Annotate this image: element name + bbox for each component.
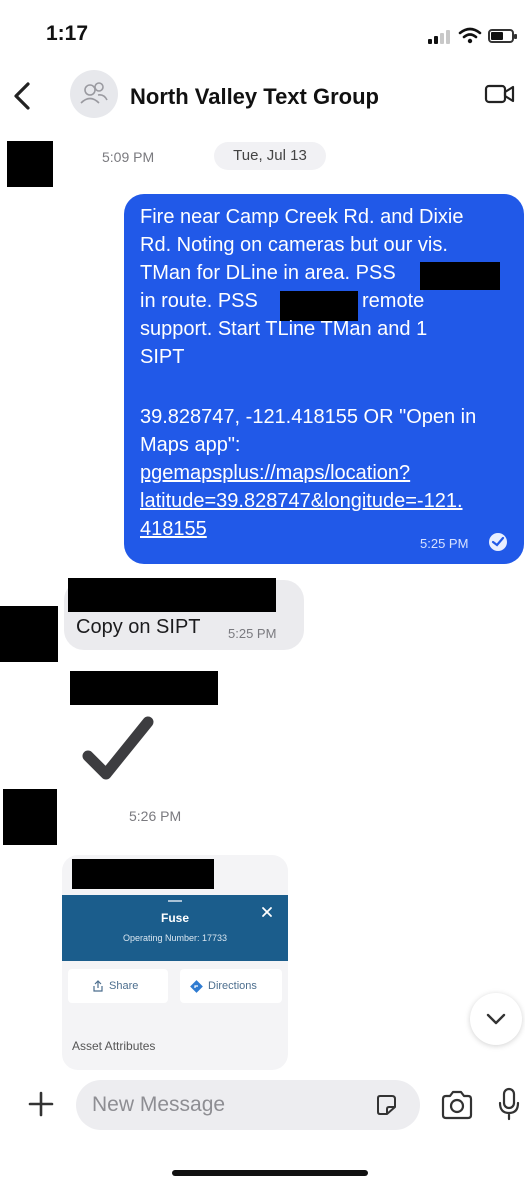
share-button[interactable]: Share: [68, 969, 168, 1003]
message-text: Copy on SIPT: [76, 616, 201, 638]
wifi-icon: [458, 27, 482, 44]
message-timestamp: 5:25 PM: [420, 536, 469, 551]
sticker-icon[interactable]: [374, 1093, 398, 1117]
message-line: support. Start TLine TMan and 1: [140, 318, 428, 340]
message-line: TMan for DLine in area. PSS: [140, 262, 396, 284]
chevron-down-icon: [486, 1013, 506, 1025]
back-chevron-icon[interactable]: [8, 78, 38, 114]
share-label: Share: [109, 980, 139, 992]
message-composer[interactable]: [76, 1080, 420, 1130]
conversation-title[interactable]: North Valley Text Group: [130, 84, 379, 110]
battery-icon: [488, 29, 517, 43]
redacted-sender-name: [68, 578, 276, 612]
operating-number: Operating Number: 17733: [122, 933, 228, 943]
message-line: 39.828747, -121.418155 OR "Open in: [140, 406, 477, 428]
share-icon: [93, 980, 103, 992]
outgoing-message-bubble[interactable]: Fire near Camp Creek Rd. and Dixie Rd. N…: [124, 194, 524, 564]
date-separator: Tue, Jul 13: [214, 142, 326, 170]
microphone-icon[interactable]: [497, 1087, 521, 1121]
message-timestamp: 5:25 PM: [228, 626, 277, 641]
redacted-avatar: [0, 606, 58, 662]
map-link[interactable]: pgemapsplus://maps/location?: [140, 462, 410, 485]
map-link[interactable]: 418155: [140, 518, 207, 541]
message-line: remote: [362, 290, 425, 312]
message-timestamp: 5:09 PM: [102, 149, 155, 165]
directions-icon: [190, 979, 203, 993]
map-link[interactable]: latitude=39.828747&longitude=-121.: [140, 490, 463, 513]
message-timestamp: 5:26 PM: [129, 808, 182, 824]
group-avatar[interactable]: [70, 70, 118, 118]
redacted-text: [420, 262, 500, 290]
redacted-text: [280, 291, 358, 321]
home-indicator[interactable]: [172, 1170, 368, 1176]
group-people-icon: [80, 82, 108, 104]
cellular-signal-icon: [428, 30, 450, 44]
read-receipt-icon: [489, 533, 507, 551]
asset-banner: Fuse Operating Number: 17733: [62, 895, 288, 961]
directions-button[interactable]: Directions: [180, 969, 282, 1003]
message-line: Maps app":: [140, 434, 241, 456]
asset-attributes-label: Asset Attributes: [72, 1039, 156, 1053]
video-call-icon[interactable]: [484, 82, 516, 106]
incoming-message-bubble[interactable]: Copy on SIPT 5:25 PM: [64, 578, 304, 650]
scroll-to-bottom-button[interactable]: [470, 993, 522, 1045]
plus-icon[interactable]: [27, 1090, 55, 1118]
asset-title: Fuse: [160, 911, 189, 925]
message-line: Fire near Camp Creek Rd. and Dixie: [140, 206, 464, 228]
message-input[interactable]: [92, 1089, 362, 1121]
redacted-sender-name: [72, 859, 214, 889]
close-icon[interactable]: [260, 905, 274, 919]
message-line: SIPT: [140, 346, 185, 368]
redacted-avatar: [7, 141, 53, 187]
camera-icon[interactable]: [440, 1090, 474, 1120]
map-attachment-card[interactable]: Fuse Operating Number: 17733 Share Direc…: [62, 855, 288, 1070]
message-line: Rd. Noting on cameras but our vis.: [140, 234, 448, 256]
directions-label: Directions: [208, 980, 257, 992]
drag-handle: [168, 900, 182, 902]
message-line: in route. PSS: [140, 290, 258, 312]
status-time: 1:17: [46, 22, 89, 45]
checkmark-icon: [82, 716, 154, 780]
redacted-avatar: [3, 789, 57, 845]
redacted-sender-name: [70, 671, 218, 705]
